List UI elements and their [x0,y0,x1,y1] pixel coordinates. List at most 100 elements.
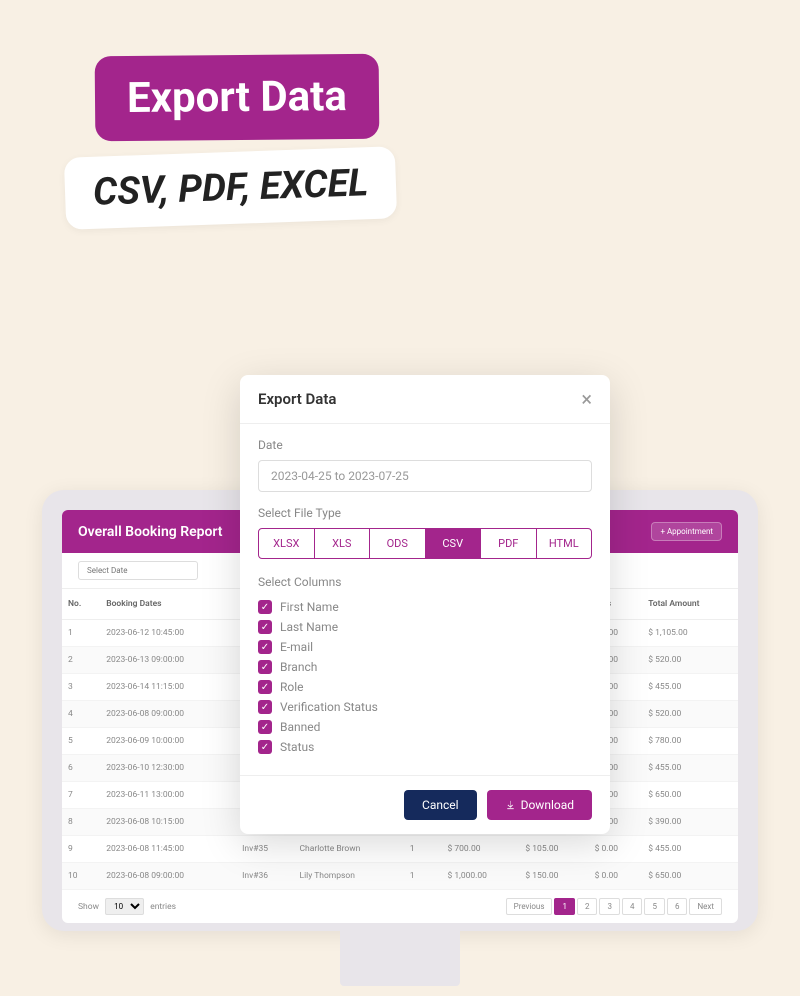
filetype-pdf[interactable]: PDF [481,528,537,559]
column-label: Branch [280,660,317,674]
modal-footer: Cancel Download [240,775,610,834]
download-button[interactable]: Download [487,790,592,820]
modal-body: Date Select File Type XLSXXLSODSCSVPDFHT… [240,424,610,775]
hero-title-banner: Export Data [95,54,380,141]
table-cell: Inv#36 [236,863,293,890]
table-cell: 2023-06-14 11:15:00 [100,674,236,701]
export-data-modal: Export Data × Date Select File Type XLSX… [240,375,610,834]
table-cell: 1 [404,836,442,863]
table-cell: 2023-06-10 12:30:00 [100,755,236,782]
page-button[interactable]: 2 [577,898,598,915]
checkbox-checked-icon[interactable]: ✓ [258,700,272,714]
columns-label: Select Columns [258,575,592,589]
table-cell: $ 0.00 [589,863,643,890]
column-label: Banned [280,720,320,734]
table-cell: $ 520.00 [642,701,738,728]
table-cell: 10 [62,863,100,890]
table-footer: Show 10 entries Previous123456Next [62,890,738,923]
close-icon[interactable]: × [581,389,592,409]
table-cell: Inv#35 [236,836,293,863]
date-range-input[interactable] [258,460,592,492]
table-cell: $ 390.00 [642,809,738,836]
table-cell: 1 [62,620,100,647]
checkbox-checked-icon[interactable]: ✓ [258,620,272,634]
table-cell: $ 455.00 [642,674,738,701]
column-item[interactable]: ✓ Banned [258,717,592,737]
column-label: Role [280,680,304,694]
table-cell: 2023-06-11 13:00:00 [100,782,236,809]
date-label: Date [258,438,592,452]
prev-button[interactable]: Previous [506,898,553,915]
table-cell: $ 1,105.00 [642,620,738,647]
filetype-ods[interactable]: ODS [370,528,426,559]
column-item[interactable]: ✓ First Name [258,597,592,617]
modal-header: Export Data × [240,375,610,424]
checkbox-checked-icon[interactable]: ✓ [258,640,272,654]
add-appointment-button[interactable]: + Appointment [651,522,722,541]
table-cell: $ 455.00 [642,755,738,782]
page-button[interactable]: 3 [599,898,620,915]
table-cell: 8 [62,809,100,836]
page-button[interactable]: 5 [644,898,665,915]
table-cell: 6 [62,755,100,782]
column-label: Last Name [280,620,338,634]
table-header[interactable]: Total Amount [642,589,738,620]
column-item[interactable]: ✓Status [258,737,592,757]
entries-control: Show 10 entries [78,898,176,915]
columns-list: ✓First Name✓Last Name✓E-mail✓Branch✓Role… [258,597,592,757]
table-cell: $ 700.00 [441,836,519,863]
next-button[interactable]: Next [689,898,722,915]
filetype-csv[interactable]: CSV [426,528,482,559]
table-cell: Charlotte Brown [294,836,404,863]
column-item[interactable]: ✓ Verification Status [258,697,592,717]
checkbox-checked-icon[interactable]: ✓ [258,740,272,754]
table-cell: 9 [62,836,100,863]
filetype-label: Select File Type [258,506,592,520]
page-button[interactable]: 1 [554,898,575,915]
column-label: Verification Status [280,700,378,714]
monitor-stand [340,926,460,986]
table-cell: $ 150.00 [519,863,588,890]
column-item[interactable]: ✓E-mail [258,637,592,657]
table-cell: 2023-06-08 09:00:00 [100,863,236,890]
checkbox-checked-icon[interactable]: ✓ [258,600,272,614]
column-item[interactable]: ✓ Branch [258,657,592,677]
table-cell: 2023-06-08 11:45:00 [100,836,236,863]
column-item[interactable]: ✓ Role [258,677,592,697]
filetype-xls[interactable]: XLS [315,528,371,559]
table-cell: $ 0.00 [589,836,643,863]
table-cell: 2023-06-08 10:15:00 [100,809,236,836]
checkbox-checked-icon[interactable]: ✓ [258,660,272,674]
download-icon [505,800,516,811]
table-cell: $ 455.00 [642,836,738,863]
table-cell: $ 650.00 [642,863,738,890]
table-cell: $ 780.00 [642,728,738,755]
page-button[interactable]: 6 [667,898,688,915]
table-cell: 4 [62,701,100,728]
table-header[interactable]: No. [62,589,100,620]
cancel-button[interactable]: Cancel [404,790,477,820]
table-cell: $ 650.00 [642,782,738,809]
table-cell: Lily Thompson [294,863,404,890]
hero-subtitle-banner: CSV, PDF, EXCEL [64,146,398,230]
table-cell: $ 105.00 [519,836,588,863]
table-row: 102023-06-08 09:00:00Inv#36Lily Thompson… [62,863,738,890]
column-item[interactable]: ✓ Last Name [258,617,592,637]
checkbox-checked-icon[interactable]: ✓ [258,680,272,694]
table-header[interactable]: Booking Dates [100,589,236,620]
table-cell: 2023-06-09 10:00:00 [100,728,236,755]
table-cell: 2023-06-13 09:00:00 [100,647,236,674]
table-cell: $ 1,000.00 [441,863,519,890]
table-cell: 2 [62,647,100,674]
column-label: First Name [280,600,339,614]
filetype-xlsx[interactable]: XLSX [258,528,315,559]
checkbox-checked-icon[interactable]: ✓ [258,720,272,734]
filetype-html[interactable]: HTML [537,528,593,559]
page-button[interactable]: 4 [622,898,643,915]
modal-title: Export Data [258,390,336,408]
entries-select[interactable]: 10 [105,898,144,915]
table-row: 92023-06-08 11:45:00Inv#35Charlotte Brow… [62,836,738,863]
table-cell: $ 520.00 [642,647,738,674]
filetype-group: XLSXXLSODSCSVPDFHTML [258,528,592,559]
select-date-input[interactable] [78,561,198,580]
